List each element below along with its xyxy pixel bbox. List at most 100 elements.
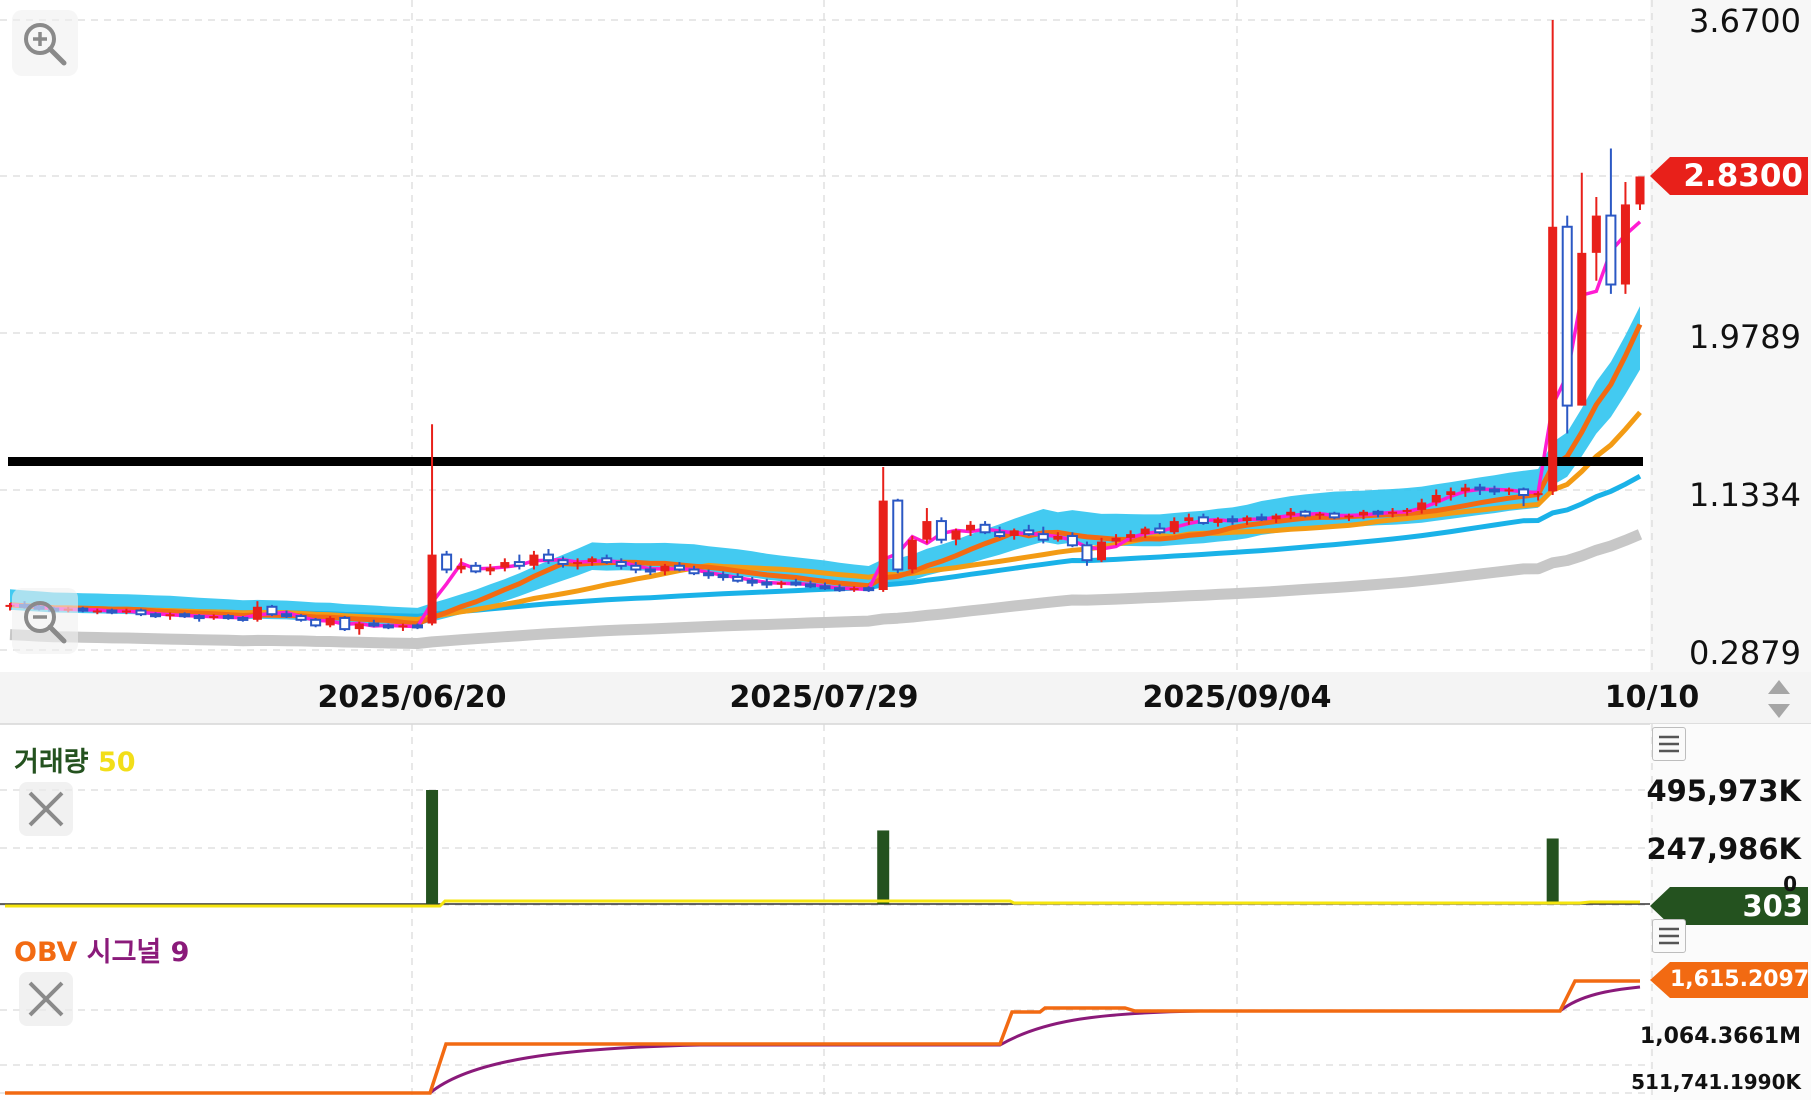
scroll-arrows-button[interactable]: [1762, 676, 1796, 722]
candle-body-down: [1081, 544, 1093, 562]
obv-current-tag: 1,615.2097M: [1670, 967, 1811, 992]
candle-body-down: [1197, 516, 1209, 524]
candle-109: [1591, 196, 1601, 281]
candle-32: [470, 562, 482, 574]
candle-body-up: [660, 565, 670, 572]
candle-body-down: [1256, 516, 1268, 521]
candle-body-down: [703, 572, 715, 577]
candle-body-up: [1315, 513, 1325, 516]
candle-body-up: [1097, 541, 1107, 561]
candle-body-down: [994, 531, 1006, 537]
date-label-3: 2025/09/04: [1142, 680, 1332, 715]
candle-body-down: [1226, 518, 1239, 523]
candle-body-up: [1431, 495, 1441, 503]
candle-30: [441, 550, 453, 574]
candle-62: [907, 535, 917, 574]
candle-body-down: [179, 613, 191, 618]
candle-9: [135, 608, 147, 617]
candle-body-down: [310, 618, 322, 627]
zoom-out-button[interactable]: [12, 588, 78, 654]
candle-64: [935, 517, 947, 544]
obv-panel-title: OBV 시그널 9: [14, 930, 189, 969]
candle-body-up: [1271, 515, 1281, 520]
candle-body-down: [295, 615, 307, 621]
candle-31: [456, 558, 466, 574]
candle-20: [295, 614, 307, 622]
zoom-out-icon: [24, 601, 67, 644]
candle-body-up: [587, 558, 597, 563]
candle-body-up: [1533, 493, 1543, 496]
candle-body-up: [1286, 511, 1296, 516]
candle-body-down: [673, 564, 685, 571]
candle-body-up: [1213, 519, 1223, 523]
candle-body-up: [354, 623, 364, 630]
candle-body-up: [922, 521, 932, 540]
zoom-in-button[interactable]: [12, 10, 78, 76]
menu-icon: [1659, 927, 1679, 945]
date-label-4: 10/10: [1604, 680, 1700, 715]
candle-body-up: [1504, 489, 1514, 492]
candle-body-down: [135, 609, 147, 616]
date-label-2: 2025/07/29: [729, 680, 919, 715]
candle-body-down: [746, 579, 758, 584]
candle-body-up: [1140, 528, 1150, 535]
candle-body-down: [717, 574, 729, 579]
candle-body-down: [1474, 486, 1486, 491]
candle-body-down: [804, 583, 816, 588]
candle-34: [500, 558, 510, 572]
scroll-arrows-icon: [1768, 680, 1790, 718]
candle-body-down: [892, 499, 904, 571]
candle-body-down: [1561, 225, 1573, 407]
candle-body-up: [951, 530, 961, 540]
volume-tick-mid: 247,986K: [1646, 832, 1801, 866]
price-tick-bottom: 0.2879: [1689, 634, 1801, 672]
candle-body-down: [863, 587, 875, 592]
candle-body-up: [500, 562, 510, 568]
price-tick-top: 3.6700: [1689, 2, 1801, 40]
candle-body-down: [1299, 510, 1311, 517]
candle-body-up: [529, 554, 539, 566]
obv-close-button[interactable]: [19, 972, 73, 1026]
candle-body-down: [601, 557, 613, 564]
candle-body-down: [979, 523, 991, 534]
candle-24: [354, 621, 364, 635]
obv-signal-title: 시그널 9: [86, 937, 190, 968]
menu-icon: [1659, 735, 1679, 753]
candle-body-down: [630, 564, 642, 571]
candle-body-down: [557, 559, 569, 565]
obv-tick-bottom: 511,741.1990K: [1631, 1070, 1801, 1094]
candle-63: [922, 508, 932, 544]
candle-body-down: [266, 605, 278, 616]
obv-menu-button[interactable]: [1652, 919, 1686, 953]
candle-108: [1577, 172, 1587, 406]
candle-21: [310, 617, 322, 628]
candle-body-up: [878, 500, 888, 591]
candle-body-down: [1154, 527, 1166, 534]
candle-body-up: [427, 554, 437, 624]
candle-91: [1328, 511, 1340, 520]
chart-canvas[interactable]: [0, 0, 1811, 1100]
candle-body-down: [761, 581, 773, 586]
candle-body-up: [1242, 517, 1252, 522]
candle-body-down: [1488, 488, 1500, 493]
volume-close-button[interactable]: [19, 782, 73, 836]
candle-body-down: [77, 607, 89, 612]
volume-menu-button[interactable]: [1652, 727, 1686, 761]
candle-body-up: [907, 539, 917, 570]
candle-body-up: [1417, 502, 1427, 510]
candle-body-down: [106, 609, 118, 614]
candle-body-down: [1066, 534, 1078, 547]
candle-body-down: [644, 568, 656, 573]
candle-89: [1299, 509, 1311, 518]
candle-body-up: [1577, 252, 1587, 406]
volume-period: 50: [97, 747, 136, 778]
close-icon: [28, 791, 64, 827]
candle-60: [878, 467, 888, 592]
candle-body-down: [542, 553, 554, 562]
candle-body-down: [382, 624, 394, 629]
candle-body-up: [1358, 511, 1368, 516]
candle-112: [1635, 176, 1645, 211]
candle-body-up: [1388, 511, 1398, 514]
candle-67: [979, 521, 991, 535]
candle-body-up: [1460, 487, 1470, 492]
